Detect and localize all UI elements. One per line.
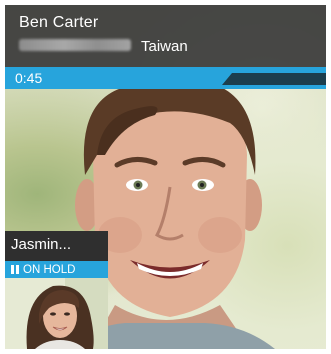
on-hold-caller-name: Jasmin... — [11, 236, 72, 253]
call-timer-bar: 0:45 — [5, 67, 326, 89]
on-hold-caller-thumbnail[interactable] — [5, 278, 108, 349]
on-hold-status-label: ON HOLD — [23, 263, 76, 276]
caller-number-redacted — [19, 39, 131, 51]
caller-name: Ben Carter — [19, 14, 99, 31]
woman-face-image — [5, 278, 108, 349]
on-hold-call-card[interactable]: Jasmin... ON HOLD — [5, 231, 108, 349]
call-quality-bar — [222, 73, 326, 85]
on-hold-status-badge: ON HOLD — [5, 261, 108, 278]
video-call-screen: Ben Carter Taiwan 0:45 Jasmin... ON HOLD — [5, 5, 326, 349]
call-timer: 0:45 — [15, 70, 43, 86]
call-header: Ben Carter Taiwan — [5, 5, 326, 67]
pause-icon — [11, 265, 19, 274]
caller-location: Taiwan — [141, 38, 188, 55]
